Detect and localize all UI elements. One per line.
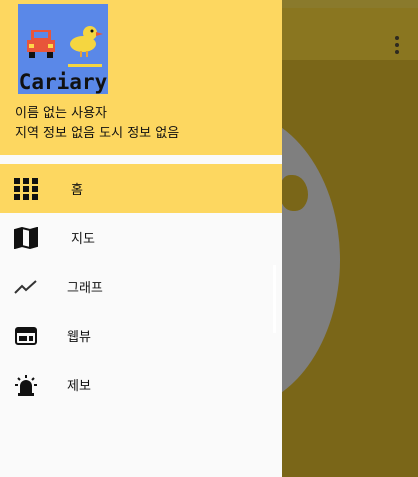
car-icon xyxy=(27,30,55,58)
menu-item-graph[interactable]: 그래프 xyxy=(0,262,282,311)
menu-item-map[interactable]: 지도 xyxy=(0,213,282,262)
drawer-menu: 홈 지도 그래프 웹뷰 제보 xyxy=(0,164,282,409)
user-location: 지역 정보 없음 도시 정보 없음 xyxy=(15,126,180,141)
menu-item-report[interactable]: 제보 xyxy=(0,360,282,409)
landmass-graphic xyxy=(280,175,308,211)
menu-label-report: 제보 xyxy=(67,379,91,394)
menu-item-home[interactable]: 홈 xyxy=(0,164,282,213)
trending-icon xyxy=(13,274,39,300)
navigation-drawer: Cariary 이름 없는 사용자 지역 정보 없음 도시 정보 없음 홈 지도… xyxy=(0,0,282,477)
drawer-header: Cariary 이름 없는 사용자 지역 정보 없음 도시 정보 없음 xyxy=(0,0,282,155)
menu-label-home: 홈 xyxy=(71,183,83,198)
scrollbar[interactable] xyxy=(273,265,276,333)
grid-icon xyxy=(13,176,39,202)
siren-icon xyxy=(13,372,39,398)
menu-label-webview: 웹뷰 xyxy=(67,330,91,345)
more-vert-icon[interactable] xyxy=(394,36,400,56)
logo-text: Cariary xyxy=(18,70,108,94)
menu-label-map: 지도 xyxy=(71,232,95,247)
menu-label-graph: 그래프 xyxy=(67,281,103,296)
webview-icon xyxy=(13,323,39,349)
app-logo: Cariary xyxy=(18,4,108,94)
logo-underline xyxy=(68,64,102,67)
canary-icon xyxy=(70,26,103,57)
menu-item-webview[interactable]: 웹뷰 xyxy=(0,311,282,360)
user-name: 이름 없는 사용자 xyxy=(15,106,107,121)
map-icon xyxy=(13,225,39,251)
